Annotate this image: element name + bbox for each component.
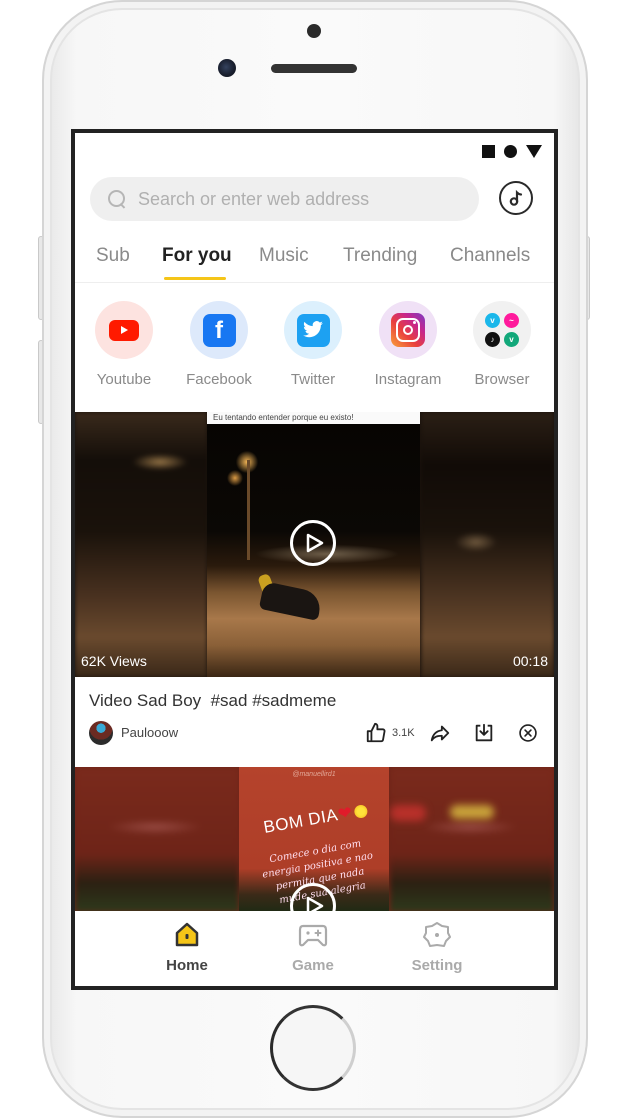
play-icon xyxy=(306,896,324,912)
triangle-icon xyxy=(526,145,542,158)
share-button[interactable] xyxy=(429,721,451,745)
author-name[interactable]: Paulooow xyxy=(121,725,178,740)
nav-label: Setting xyxy=(411,957,463,974)
shortcut-label: Facebook xyxy=(186,371,252,388)
like-button[interactable]: 3.1K xyxy=(365,721,415,745)
category-tabs: Sub For you Music Trending Channels xyxy=(75,237,554,283)
tab-channels[interactable]: Channels xyxy=(450,245,530,267)
play-icon xyxy=(306,533,324,553)
app-screen: Sub For you Music Trending Channels Yout… xyxy=(71,129,558,990)
video-title[interactable]: Video Sad Boy #sad #sadmeme xyxy=(89,691,336,711)
tab-sub[interactable]: Sub xyxy=(96,245,130,267)
thumbnail-blur-heart xyxy=(390,805,426,821)
heart-icon: ❤ xyxy=(336,802,355,824)
twitter-icon xyxy=(296,313,330,347)
instagram-icon-bg xyxy=(379,301,437,359)
browser-apps-icon-bg: v ~ ♪ v xyxy=(473,301,531,359)
close-icon xyxy=(519,724,537,742)
avatar[interactable] xyxy=(89,721,113,745)
nav-label: Home xyxy=(166,957,208,974)
front-camera xyxy=(218,59,236,77)
app-pink-icon: ~ xyxy=(504,313,519,328)
hardware-home-button[interactable] xyxy=(270,1005,356,1091)
sun-icon xyxy=(353,803,369,820)
shortcut-youtube[interactable]: Youtube xyxy=(79,301,169,388)
proximity-sensor xyxy=(307,24,321,38)
music-note-icon xyxy=(509,189,523,206)
shortcut-label: Twitter xyxy=(290,371,336,388)
thumbnail-lamp-post xyxy=(247,460,250,560)
shortcut-row: Youtube f Facebook Twitter Instagram v ~… xyxy=(75,301,554,401)
video-thumbnail[interactable]: @manuellird1 BOM DIA❤ Comece o dia com e… xyxy=(75,767,554,912)
nav-label: Game xyxy=(292,957,334,974)
tab-for-you[interactable]: For you xyxy=(162,245,232,267)
download-button[interactable] xyxy=(473,721,495,745)
thumbnail-blur-sun xyxy=(450,805,494,819)
vimeo-icon: v xyxy=(485,313,500,328)
video-thumbnail[interactable]: Eu tentando entender porque eu existo! 6… xyxy=(75,412,554,677)
nav-game[interactable]: Game xyxy=(273,921,353,974)
video-duration: 00:18 xyxy=(512,653,548,669)
youtube-icon-bg xyxy=(95,301,153,359)
shortcut-label: Youtube xyxy=(96,371,152,388)
status-bar xyxy=(482,145,542,158)
active-tab-indicator xyxy=(164,277,226,280)
like-icon xyxy=(366,722,386,743)
nav-setting[interactable]: Setting xyxy=(397,921,477,974)
nav-home[interactable]: Home xyxy=(147,921,227,974)
video-info: Video Sad Boy #sad #sadmeme Paulooow 3.1… xyxy=(75,677,554,767)
view-count: 62K Views xyxy=(81,653,147,669)
home-icon xyxy=(175,922,199,947)
thumbnail-blur-left xyxy=(75,412,207,677)
shortcut-facebook[interactable]: f Facebook xyxy=(174,301,264,388)
video-handle-overlay: @manuellird1 xyxy=(292,771,336,778)
shortcut-label: Browser xyxy=(474,371,530,388)
author-row: Paulooow 3.1K xyxy=(89,721,549,747)
thumbnail-blur-right xyxy=(421,412,554,677)
shortcut-browser[interactable]: v ~ ♪ v Browser xyxy=(457,301,547,388)
shortcut-label: Instagram xyxy=(374,371,442,388)
facebook-icon-bg: f xyxy=(190,301,248,359)
tiktok-icon: ♪ xyxy=(485,332,500,347)
dismiss-button[interactable] xyxy=(518,721,538,745)
thumbnail-blur-left xyxy=(75,767,239,912)
earpiece-speaker xyxy=(271,64,357,73)
search-icon xyxy=(108,190,126,208)
settings-gear-icon xyxy=(423,922,451,947)
play-button[interactable] xyxy=(290,520,336,566)
shortcut-twitter[interactable]: Twitter xyxy=(268,301,358,388)
video-headline-overlay: BOM DIA❤ xyxy=(262,800,369,838)
square-icon xyxy=(482,145,495,158)
shortcut-instagram[interactable]: Instagram xyxy=(363,301,453,388)
twitter-icon-bg xyxy=(284,301,342,359)
bottom-navigation: Home Game Setting xyxy=(75,911,554,986)
music-button[interactable] xyxy=(499,181,533,215)
vine-icon: v xyxy=(504,332,519,347)
headline-text: BOM DIA xyxy=(262,805,340,837)
download-icon xyxy=(475,723,493,742)
facebook-icon: f xyxy=(202,313,236,347)
thumbnail-blur-right xyxy=(390,767,554,912)
like-count: 3.1K xyxy=(392,727,415,739)
youtube-icon xyxy=(109,319,139,341)
gamepad-icon xyxy=(298,924,328,947)
search-input[interactable] xyxy=(138,188,438,210)
video-caption-overlay: Eu tentando entender porque eu existo! xyxy=(207,412,420,424)
instagram-icon xyxy=(391,313,425,347)
share-icon xyxy=(430,725,450,742)
search-bar[interactable] xyxy=(90,177,479,221)
circle-icon xyxy=(504,145,517,158)
browser-apps-icon: v ~ ♪ v xyxy=(485,313,519,347)
tab-music[interactable]: Music xyxy=(259,245,309,267)
tab-trending[interactable]: Trending xyxy=(343,245,417,267)
